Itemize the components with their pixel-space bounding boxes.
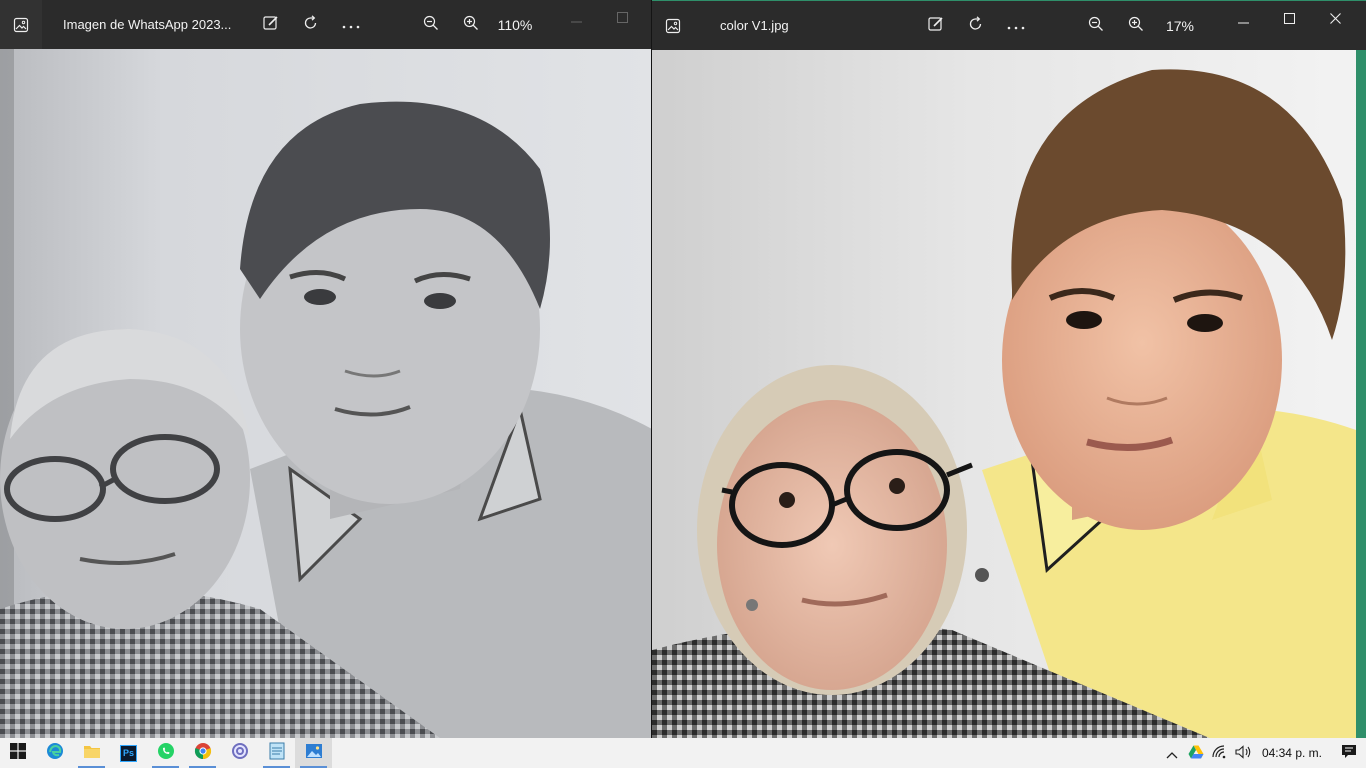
color-photo-image: [652, 50, 1366, 738]
rotate-icon: [302, 14, 320, 36]
edit-icon: [262, 14, 280, 36]
zoom-out-button[interactable]: [1076, 1, 1116, 50]
zoom-level[interactable]: 110%: [491, 17, 539, 33]
taskbar-app-photos[interactable]: [295, 738, 332, 768]
taskbar: Ps 04:34 p. m.: [0, 738, 1366, 768]
taskbar-app-notepad[interactable]: [258, 738, 295, 768]
rotate-button[interactable]: [956, 1, 996, 50]
zoom-in-button[interactable]: [1116, 1, 1156, 50]
zoom-out-button[interactable]: [411, 0, 451, 49]
maximize-button[interactable]: [599, 0, 645, 35]
edge-icon: [46, 742, 64, 764]
bw-photo-image: [0, 49, 651, 738]
browser-icon: [231, 742, 249, 764]
taskbar-app-whatsapp[interactable]: [147, 738, 184, 768]
chrome-icon: [194, 742, 212, 764]
taskbar-app-browser[interactable]: [221, 738, 258, 768]
maximize-icon: [616, 8, 628, 27]
system-tray: 04:34 p. m.: [1160, 738, 1366, 768]
more-icon: [1006, 16, 1026, 35]
minimize-icon: [570, 8, 582, 27]
network-tray[interactable]: [1208, 738, 1232, 768]
taskbar-app-edge[interactable]: [36, 738, 73, 768]
photo-original-bw: [0, 49, 651, 738]
close-icon: [1329, 9, 1341, 28]
rotate-icon: [967, 15, 985, 37]
photos-window-right: color V1.jpg 17%: [652, 0, 1366, 738]
photos-app-icon[interactable]: [652, 1, 694, 50]
zoom-in-icon: [1128, 16, 1144, 36]
more-icon: [341, 15, 361, 34]
maximize-button[interactable]: [1266, 1, 1312, 36]
close-button[interactable]: [1312, 1, 1358, 36]
file-explorer-icon: [83, 743, 101, 763]
clock[interactable]: 04:34 p. m.: [1256, 746, 1332, 760]
photos-window-left: Imagen de WhatsApp 2023... 110%: [0, 0, 652, 738]
edit-image-button[interactable]: [916, 1, 956, 50]
volume-tray[interactable]: [1232, 738, 1256, 768]
more-options-button[interactable]: [996, 1, 1036, 50]
start-icon: [10, 743, 26, 763]
photos-icon: [305, 743, 323, 763]
google-drive-tray[interactable]: [1184, 738, 1208, 768]
zoom-out-icon: [1088, 16, 1104, 36]
edit-icon: [927, 15, 945, 37]
more-options-button[interactable]: [331, 0, 371, 49]
zoom-out-icon: [423, 15, 439, 35]
chevron-up-icon: [1166, 744, 1178, 763]
window-title: Imagen de WhatsApp 2023...: [63, 17, 232, 32]
taskbar-app-file-explorer[interactable]: [73, 738, 110, 768]
minimize-button[interactable]: [553, 0, 599, 35]
photo-colorized: [652, 50, 1366, 738]
notepad-icon: [269, 742, 285, 764]
photoshop-icon: Ps: [120, 744, 137, 762]
minimize-button[interactable]: [1220, 1, 1266, 36]
google-drive-icon: [1188, 744, 1204, 763]
zoom-in-icon: [463, 15, 479, 35]
taskbar-app-photoshop[interactable]: Ps: [110, 738, 147, 768]
show-hidden-icons-button[interactable]: [1160, 738, 1184, 768]
photos-app-icon[interactable]: [0, 0, 42, 49]
start-button[interactable]: [0, 738, 36, 768]
edit-image-button[interactable]: [251, 0, 291, 49]
notification-icon: [1341, 744, 1357, 763]
whatsapp-icon: [157, 742, 175, 764]
title-bar: color V1.jpg 17%: [652, 1, 1366, 50]
taskbar-app-chrome[interactable]: [184, 738, 221, 768]
maximize-icon: [1283, 9, 1295, 28]
window-title: color V1.jpg: [720, 18, 789, 33]
rotate-button[interactable]: [291, 0, 331, 49]
zoom-in-button[interactable]: [451, 0, 491, 49]
zoom-level[interactable]: 17%: [1156, 18, 1204, 34]
desktop: Imagen de WhatsApp 2023... 110% color V1…: [0, 0, 1366, 768]
title-bar: Imagen de WhatsApp 2023... 110%: [0, 0, 651, 49]
wifi-icon: [1212, 744, 1228, 763]
speaker-icon: [1235, 744, 1253, 763]
minimize-icon: [1237, 9, 1249, 28]
notifications-button[interactable]: [1332, 738, 1366, 768]
